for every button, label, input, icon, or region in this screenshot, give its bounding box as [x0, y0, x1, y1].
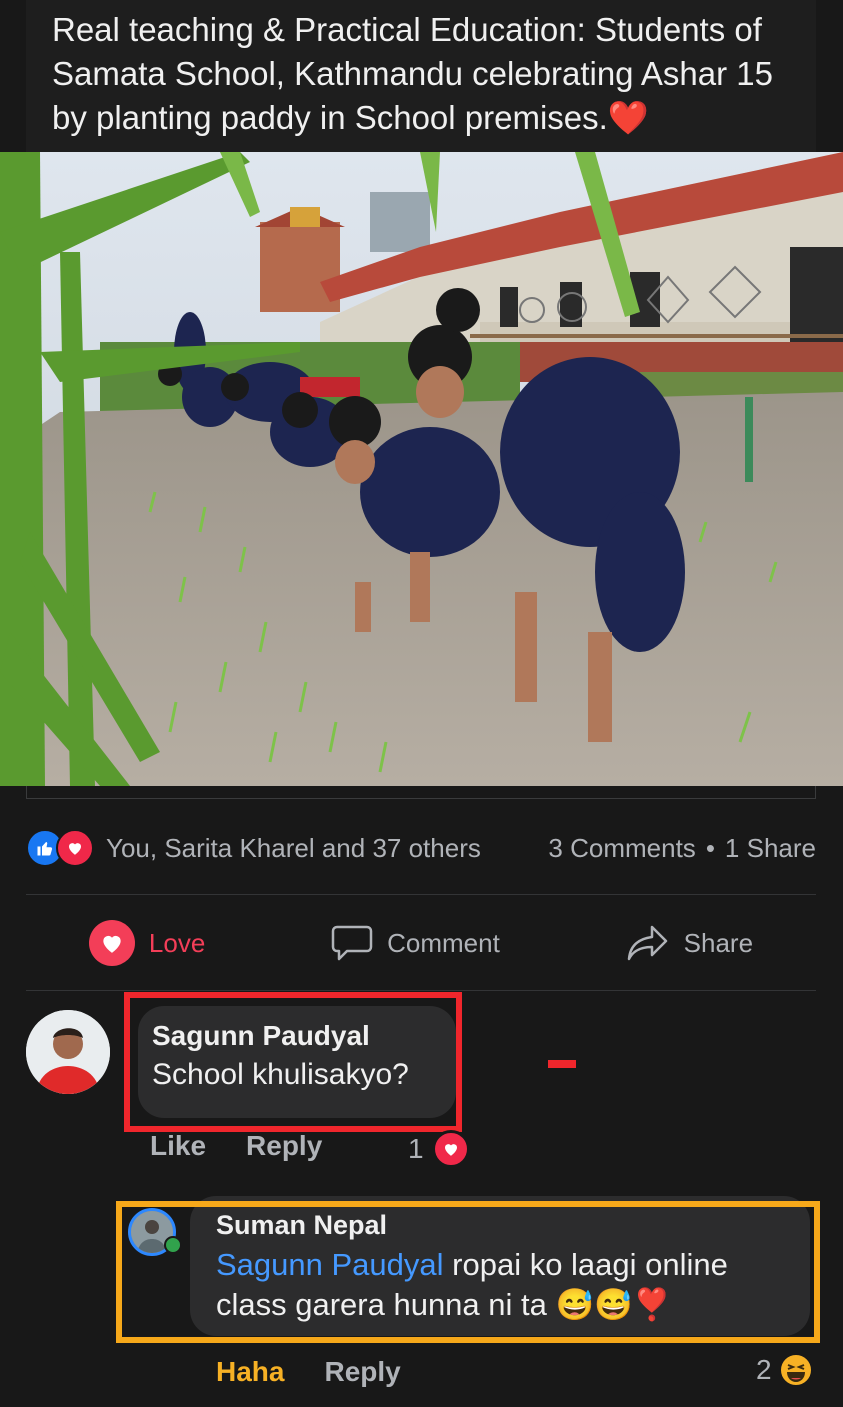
- reaction-icons[interactable]: [26, 829, 94, 867]
- love-label: Love: [148, 927, 206, 958]
- love-reaction-icon: [56, 829, 94, 867]
- haha-link[interactable]: Haha: [216, 1356, 284, 1387]
- share-button[interactable]: Share: [626, 923, 753, 963]
- paddy-planting-photo: [0, 152, 843, 786]
- reply-reaction-count[interactable]: 2: [756, 1352, 814, 1388]
- stats-separator: •: [705, 832, 715, 863]
- comments-count[interactable]: 3 Comments: [548, 833, 695, 864]
- reply-link[interactable]: Reply: [324, 1356, 400, 1387]
- divider: [26, 990, 816, 991]
- reply-link[interactable]: Reply: [246, 1130, 322, 1161]
- share-label: Share: [683, 927, 754, 958]
- post-caption: Real teaching & Practical Education: Stu…: [26, 0, 816, 152]
- comment-reaction-count[interactable]: 1: [408, 1130, 470, 1168]
- highlight-box-orange: [116, 1201, 820, 1343]
- comment-button[interactable]: Comment: [331, 923, 500, 963]
- red-mark: [548, 1060, 576, 1068]
- divider: [26, 894, 816, 895]
- reaction-count: 1: [408, 1133, 424, 1164]
- heart-emoji-icon: ❤️: [607, 99, 649, 136]
- reaction-count: 2: [756, 1354, 772, 1385]
- photo-frame: [26, 786, 816, 799]
- highlight-box-red: [124, 992, 462, 1132]
- post-photo[interactable]: [0, 152, 843, 786]
- avatar[interactable]: [26, 1010, 110, 1094]
- comment-icon: [331, 925, 373, 961]
- haha-emoji-icon: [778, 1353, 813, 1387]
- reply-actions: Haha Reply: [216, 1356, 401, 1388]
- comment-actions: Like Reply: [150, 1130, 362, 1162]
- caption-text: Real teaching & Practical Education: Stu…: [52, 11, 773, 136]
- post-actions: Love Comment Share: [26, 900, 816, 986]
- shares-count[interactable]: 1 Share: [725, 833, 816, 864]
- love-reaction-icon: [431, 1130, 470, 1168]
- love-button[interactable]: Love: [88, 920, 206, 966]
- share-arrow-icon: [627, 925, 667, 961]
- heart-icon: [88, 920, 135, 966]
- like-link[interactable]: Like: [150, 1130, 206, 1161]
- user-avatar-icon: [26, 1010, 110, 1094]
- comment-label: Comment: [387, 927, 500, 958]
- reaction-stats-bar[interactable]: You, Sarita Kharel and 37 others 3 Comme…: [26, 826, 816, 870]
- reactors-text[interactable]: You, Sarita Kharel and 37 others: [106, 833, 481, 864]
